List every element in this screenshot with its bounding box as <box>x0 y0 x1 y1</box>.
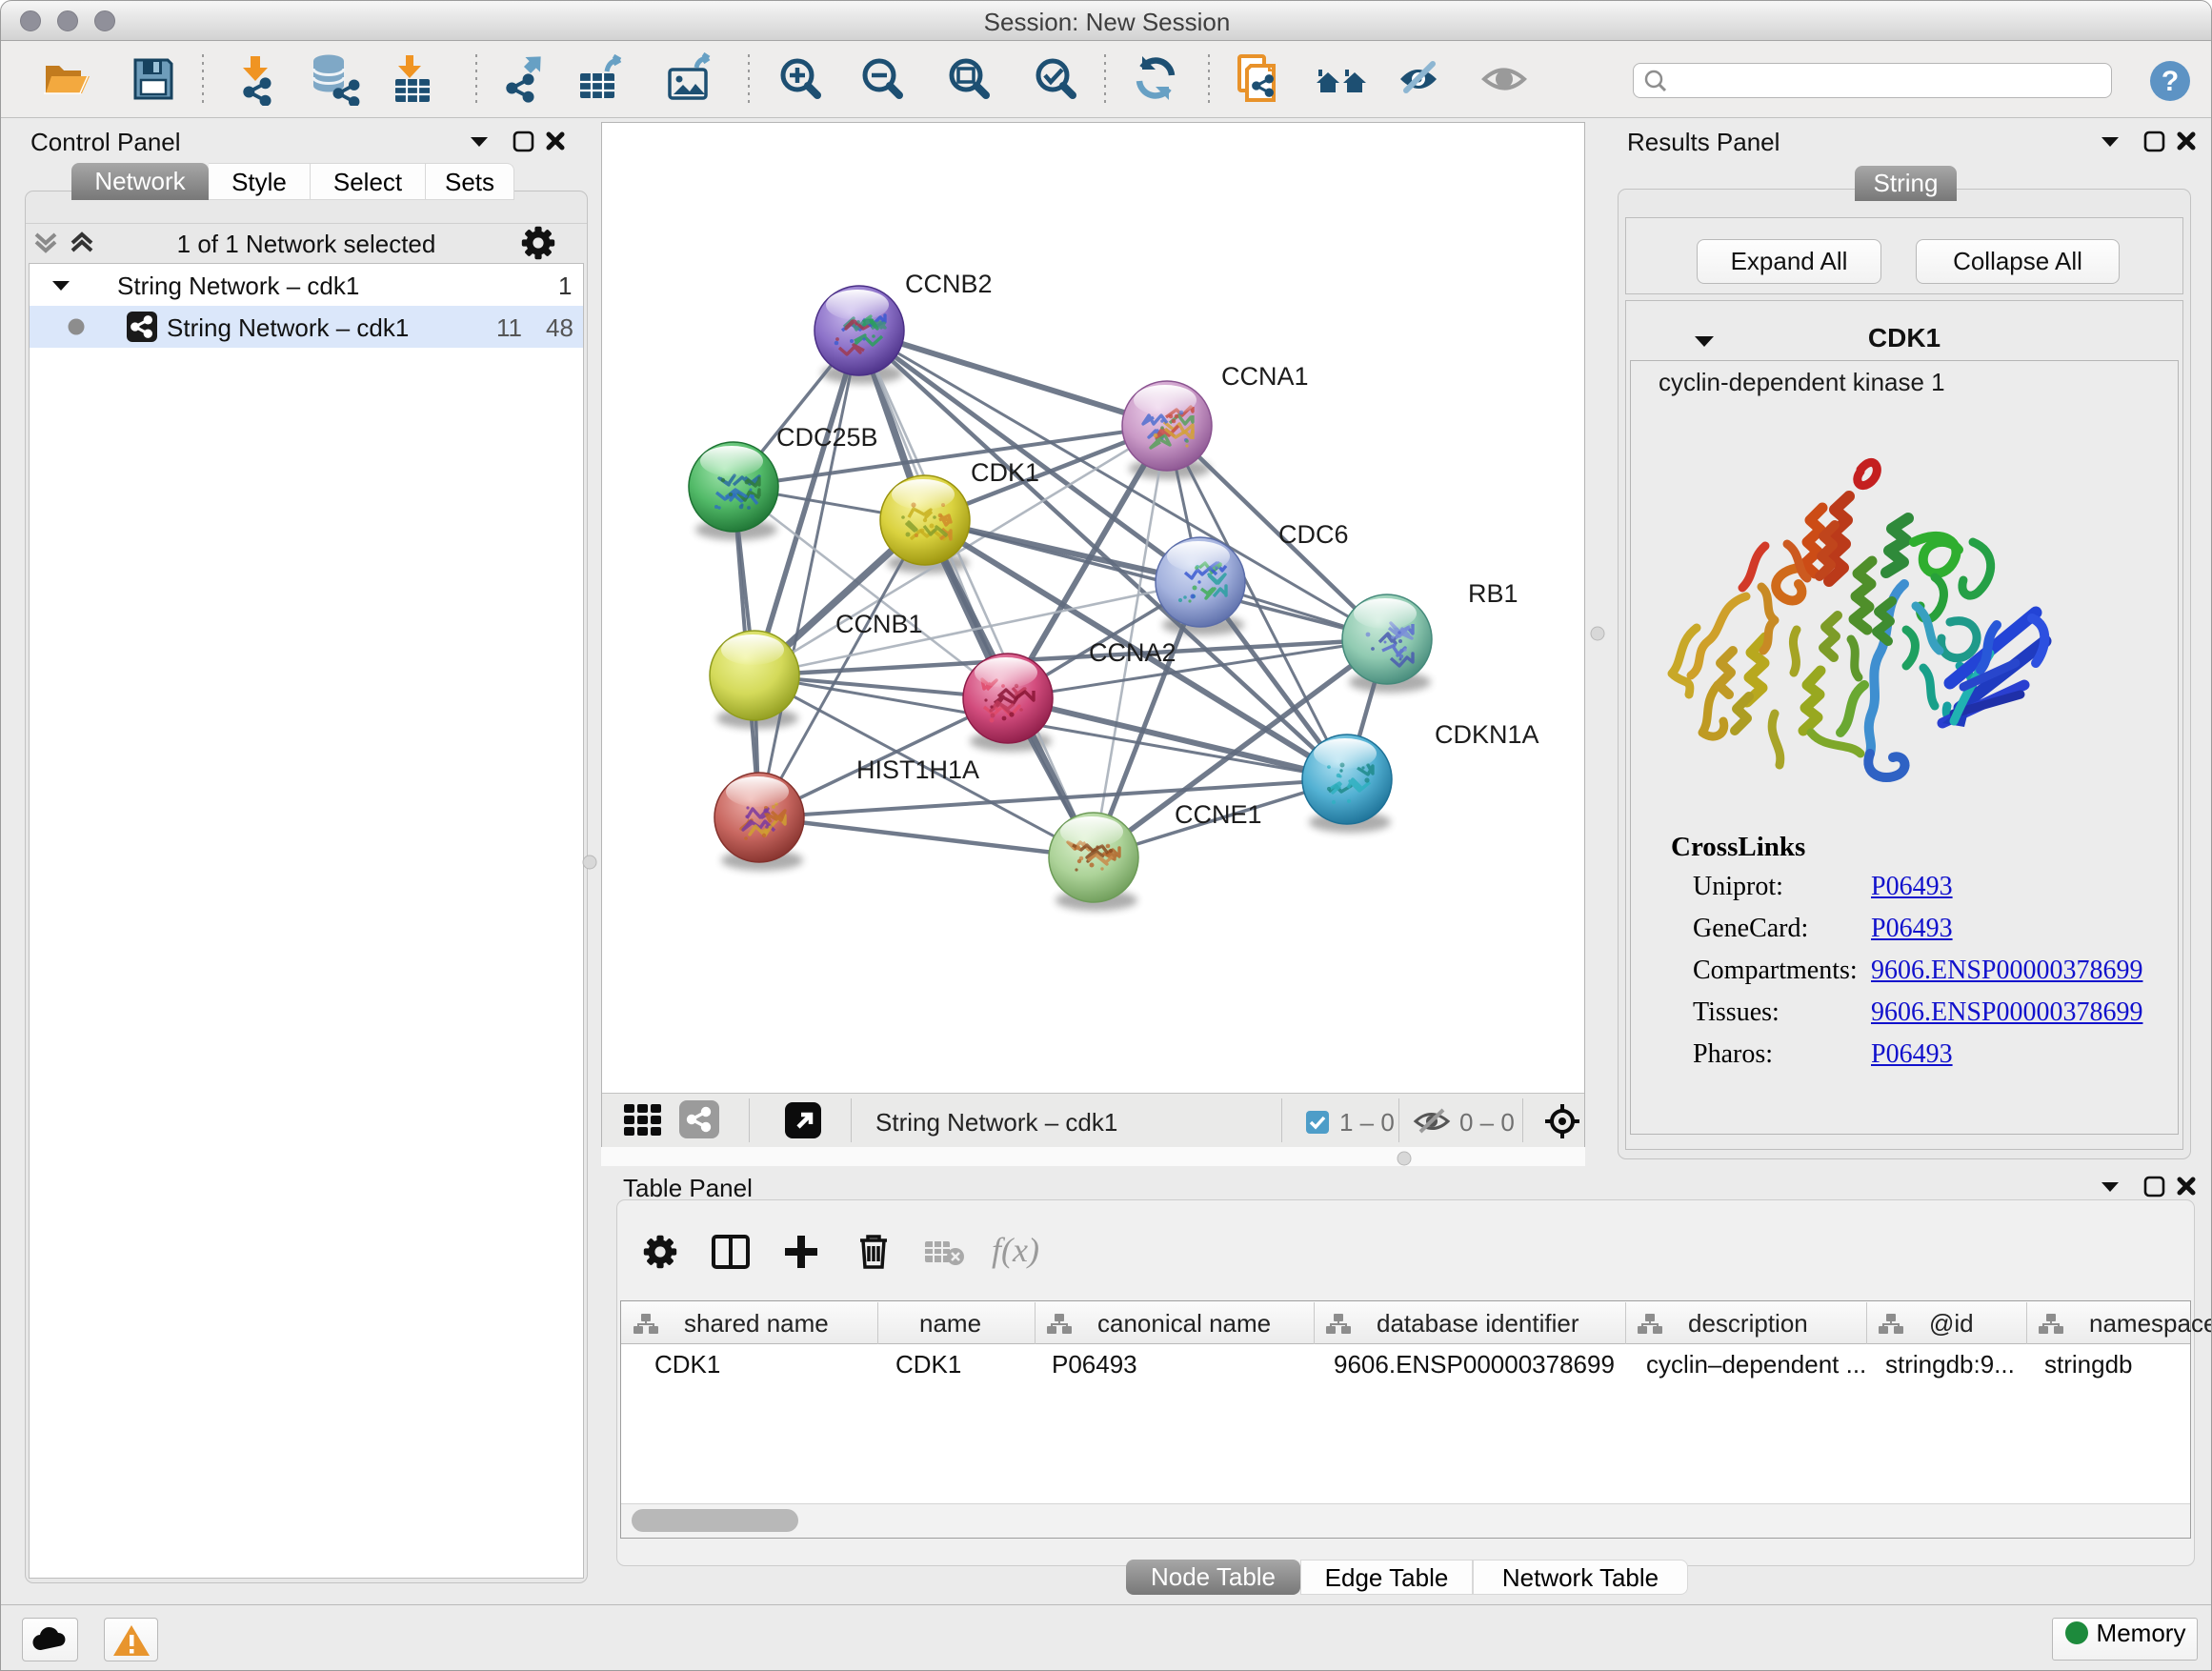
svg-text:CCNA2: CCNA2 <box>1089 638 1176 667</box>
svg-text:CCNB2: CCNB2 <box>905 270 993 298</box>
svg-text:CDKN1A: CDKN1A <box>1435 720 1539 749</box>
svg-text:?: ? <box>2162 66 2179 97</box>
svg-text:CDK1: CDK1 <box>971 458 1039 487</box>
svg-text:CCNA1: CCNA1 <box>1221 362 1309 391</box>
svg-text:HIST1H1A: HIST1H1A <box>856 755 979 784</box>
svg-text:CDC25B: CDC25B <box>776 423 878 452</box>
svg-text:CDC6: CDC6 <box>1278 520 1349 549</box>
svg-text:CCNB1: CCNB1 <box>835 610 923 638</box>
svg-text:RB1: RB1 <box>1468 579 1518 608</box>
svg-text:CCNE1: CCNE1 <box>1175 800 1262 829</box>
